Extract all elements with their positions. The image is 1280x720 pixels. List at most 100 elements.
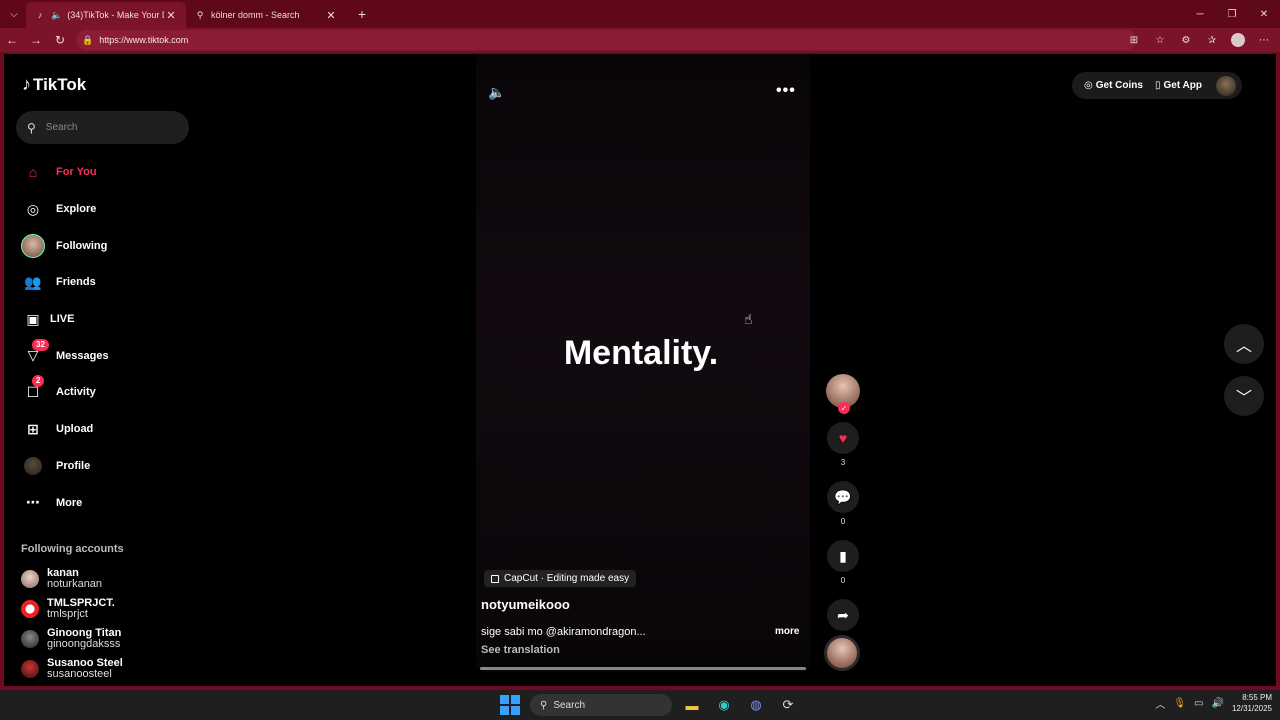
discord-icon[interactable]: ◍ (744, 693, 768, 717)
tab-tiktok[interactable]: ♪ 🔈 (34)TikTok - Make Your Day ✕ (26, 2, 186, 28)
capcut-tag[interactable]: CapCut · Editing made easy (484, 570, 637, 587)
get-coins-button[interactable]: ◎ Get Coins (1084, 80, 1143, 91)
sidebar-item-activity[interactable]: ☐ 2 Activity (20, 374, 190, 411)
minimize-icon[interactable]: ─ (1184, 0, 1216, 28)
list-item[interactable]: Ginoong Titan ginoongdaksss (21, 624, 181, 654)
favorites-icon[interactable]: ✰ (1200, 30, 1224, 50)
video-navigation: ︿ ﹀ (1224, 324, 1264, 428)
clock[interactable]: 8:55 PM 12/31/2025 (1232, 692, 1272, 714)
taskbar-search-label: Search (553, 699, 586, 711)
heart-icon[interactable]: ♥ (827, 422, 859, 454)
upload-icon: ⊞ (27, 420, 39, 437)
follow-icon[interactable]: ✓ (838, 402, 850, 414)
avatar (21, 570, 39, 588)
sidebar-item-live[interactable]: ▣ LIVE (20, 301, 190, 338)
sidebar-item-explore[interactable]: ◎ Explore (20, 191, 190, 228)
taskbar-apps: ⚲ Search ▬ ◉ ◍ ⟳ (498, 693, 800, 717)
chevron-up-icon[interactable]: ︿ (1224, 324, 1264, 364)
refresh-icon[interactable]: ↻ (48, 29, 72, 51)
more-link[interactable]: more (775, 626, 799, 637)
close-tab-icon[interactable]: ✕ (324, 9, 338, 22)
avatar (21, 600, 39, 618)
browser-window: ⌵ ♪ 🔈 (34)TikTok - Make Your Day ✕ ⚲ köl… (0, 0, 1280, 690)
activity-badge: 2 (32, 375, 45, 388)
sidebar-item-for-you[interactable]: ⌂ For You (20, 154, 190, 191)
share-icon[interactable]: ➦ (827, 599, 859, 631)
search-input[interactable] (45, 122, 166, 133)
time: 8:55 PM (1242, 693, 1272, 702)
settings-more-icon[interactable]: ⋯ (1252, 30, 1276, 50)
microphone-icon[interactable]: 🎙 (1173, 698, 1186, 709)
profile-icon[interactable] (1226, 30, 1250, 50)
app-icon[interactable]: ⟳ (776, 693, 800, 717)
creator-avatar[interactable]: ✓ (826, 374, 860, 414)
see-translation-link[interactable]: See translation (481, 644, 560, 656)
favorite-star-icon[interactable]: ☆ (1148, 30, 1172, 50)
tab-bar: ⌵ ♪ 🔈 (34)TikTok - Make Your Day ✕ ⚲ köl… (0, 0, 1280, 28)
sidebar-item-label: Activity (56, 386, 96, 399)
bookmark-icon[interactable]: ▮ (827, 540, 859, 572)
account-handle: ginoongdaksss (47, 638, 121, 650)
comment-icon[interactable]: 💬 (827, 481, 859, 513)
activity-icon: ☐ 2 (20, 375, 46, 405)
list-item[interactable]: Susanoo Steel susanoosteel (21, 654, 181, 684)
tab-actions-icon[interactable]: ⌵ (2, 2, 26, 26)
messages-icon: ▽ 32 (20, 338, 49, 369)
video-progress-bar[interactable] (480, 667, 806, 670)
sidebar-item-profile[interactable]: Profile (20, 448, 190, 485)
edge-icon[interactable]: ◉ (712, 693, 736, 717)
volume-icon[interactable]: 🔊 (1212, 698, 1224, 709)
close-tab-icon[interactable]: ✕ (164, 9, 178, 22)
sidebar-item-label: Profile (56, 459, 91, 472)
live-icon: ▣ (26, 310, 40, 327)
chevron-down-icon[interactable]: ﹀ (1224, 376, 1264, 416)
maximize-icon[interactable]: ❐ (1216, 0, 1248, 28)
tab-search[interactable]: ⚲ kölner domm - Search ✕ (186, 2, 346, 28)
phone-icon: ▯ (1154, 80, 1161, 91)
sidebar-item-friends[interactable]: 👥 Friends (20, 264, 190, 301)
file-explorer-icon[interactable]: ▬ (680, 693, 704, 717)
sidebar-item-label: LIVE (50, 313, 75, 326)
profile-avatar (20, 453, 46, 479)
address-bar[interactable]: 🔒 https://www.tiktok.com (76, 30, 1136, 50)
sidebar-item-upload[interactable]: ⊞ Upload (20, 411, 190, 448)
date: 12/31/2025 (1231, 704, 1272, 713)
sidebar-item-label: Messages (56, 349, 109, 362)
chevron-up-icon[interactable]: ︿ (1155, 696, 1165, 711)
lock-icon[interactable]: 🔒 (82, 35, 93, 46)
video-username[interactable]: notyumeikooo (481, 597, 570, 612)
music-avatar[interactable] (824, 635, 860, 671)
forward-icon[interactable]: → (24, 29, 48, 51)
progress-fill (480, 667, 806, 670)
get-app-button[interactable]: ▯ Get App (1155, 80, 1202, 91)
sidebar-item-following[interactable]: Following (20, 227, 190, 264)
sidebar-item-label: More (56, 496, 83, 509)
back-icon[interactable]: ← (0, 29, 24, 51)
app-icon[interactable]: ⊞ (1122, 30, 1146, 50)
top-right-actions: ◎ Get Coins ▯ Get App (1072, 72, 1242, 99)
taskbar-search[interactable]: ⚲ Search (530, 694, 672, 716)
video-more-icon[interactable]: ••• (776, 82, 796, 100)
network-icon[interactable]: ▭ (1194, 698, 1203, 709)
sidebar-item-label: For You (56, 166, 97, 179)
speaker-icon[interactable]: 🔈 (51, 10, 62, 21)
sidebar-item-more[interactable]: ⋯ More (20, 484, 190, 521)
windows-start-icon[interactable] (498, 693, 522, 717)
volume-icon[interactable]: 🔈 (488, 84, 505, 101)
list-item[interactable]: kanan noturkanan (21, 564, 181, 594)
extensions-icon[interactable]: ⚙ (1174, 30, 1198, 50)
sidebar-item-label: Following (56, 239, 108, 252)
video-player[interactable]: 🔈 ••• Mentality. CapCut · Editing made e… (476, 54, 810, 672)
new-tab-button[interactable]: + (350, 6, 374, 22)
sidebar-item-messages[interactable]: ▽ 32 Messages (20, 337, 190, 374)
search-box[interactable]: ⚲ (16, 111, 189, 144)
get-coins-label: Get Coins (1095, 80, 1143, 91)
user-avatar[interactable] (1216, 75, 1236, 96)
list-item[interactable]: TMLSPRJCT. tmlsprjct (21, 594, 181, 624)
avatar (21, 630, 39, 648)
account-handle: susanoosteel (47, 668, 112, 680)
close-window-icon[interactable]: ✕ (1248, 0, 1280, 28)
taskbar: ⚲ Search ▬ ◉ ◍ ⟳ ︿ 🎙 ▭ 🔊 8:55 PM 12/31/2… (0, 690, 1280, 720)
tiktok-logo[interactable]: ♪ TikTok (22, 74, 86, 95)
logo-text: TikTok (33, 74, 87, 94)
